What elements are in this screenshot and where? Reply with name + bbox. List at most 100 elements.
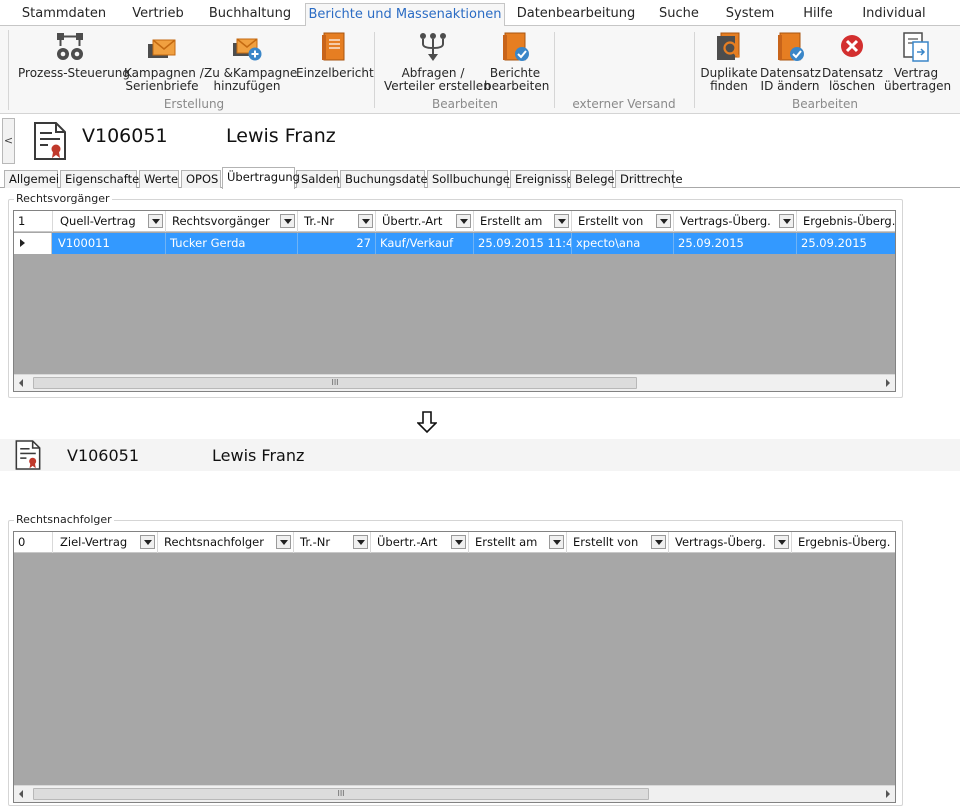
- target-record-header: [0, 439, 960, 471]
- tab-drittrechte[interactable]: Drittrechte: [615, 170, 683, 188]
- col-header-label: Erstellt am: [475, 535, 538, 549]
- successors-title: Rechtsnachfolger: [14, 513, 114, 526]
- single-report-icon: [322, 32, 345, 61]
- col-header-label: Vertrags-Überg.: [675, 535, 766, 549]
- edit-reports-icon: [503, 32, 529, 61]
- col-header-label: Tr.-Nr: [300, 535, 331, 549]
- column-filter-dropdown[interactable]: [774, 535, 789, 549]
- ribbon-separator: [694, 32, 695, 108]
- record-id: V106051: [82, 125, 168, 147]
- scroll-right-icon[interactable]: [886, 790, 890, 798]
- duplikate-finden-button[interactable]: Duplikate finden: [700, 30, 758, 93]
- ribbon-tab-buchhaltung[interactable]: Buchhaltung: [204, 3, 296, 26]
- col-header-rechtsnachfolger: Rechtsnachfolger: [158, 532, 294, 553]
- column-filter-dropdown[interactable]: [456, 214, 471, 228]
- successors-hscrollbar[interactable]: III: [14, 785, 895, 802]
- datensatz-id-aendern-button[interactable]: Datensatz ID ändern: [760, 30, 821, 93]
- ribbon-tab-system[interactable]: System: [719, 3, 781, 26]
- tab-salden[interactable]: Salden: [296, 170, 340, 188]
- column-filter-dropdown[interactable]: [779, 214, 794, 228]
- record-name: Lewis Franz: [226, 125, 336, 147]
- ribbon-tab-individual[interactable]: Individual: [856, 3, 932, 26]
- predecessors-grid: 1 Quell-Vertrag Rechtsvorgänger Tr.-Nr Ü…: [13, 210, 896, 392]
- predecessors-hscrollbar[interactable]: III: [14, 374, 895, 391]
- row-count: 1: [14, 211, 53, 232]
- tab-buchungsdaten[interactable]: Buchungsdaten: [340, 170, 435, 188]
- einzelbericht-button[interactable]: Einzelbericht: [296, 30, 374, 80]
- group-label-erstellung: Erstellung: [163, 97, 225, 111]
- column-filter-dropdown[interactable]: [140, 535, 155, 549]
- table-row[interactable]: V100011 Tucker Gerda 27 Kauf/Verkauf 25.…: [14, 233, 895, 254]
- cell-vertrags-ueberg: 25.09.2015: [674, 233, 797, 254]
- datensatz-loeschen-label-2: löschen: [828, 79, 876, 93]
- ribbon-tab-suche[interactable]: Suche: [651, 3, 707, 26]
- tab-opos[interactable]: OPOS: [181, 170, 221, 188]
- find-duplicates-icon: [717, 32, 741, 60]
- successors-grid-header: 0 Ziel-Vertrag Rechtsnachfolger Tr.-Nr Ü…: [14, 532, 895, 553]
- ribbon-tab-hilfe[interactable]: Hilfe: [795, 3, 841, 26]
- datensatz-loeschen-button[interactable]: Datensatz löschen: [822, 30, 883, 93]
- col-header-label: Erstellt am: [480, 214, 543, 228]
- tab-ereignisse[interactable]: Ereignisse: [510, 170, 574, 188]
- col-header-label: Rechtsvorgänger: [172, 214, 270, 228]
- column-filter-dropdown[interactable]: [549, 535, 564, 549]
- column-filter-dropdown[interactable]: [358, 214, 373, 228]
- col-header-label: Ziel-Vertrag: [60, 535, 128, 549]
- abfragen-verteiler-button[interactable]: Abfragen / Verteiler erstellen: [384, 30, 491, 93]
- column-filter-dropdown[interactable]: [276, 535, 291, 549]
- vertrag-uebertragen-button[interactable]: Vertrag übertragen: [884, 30, 951, 93]
- successors-grid: 0 Ziel-Vertrag Rechtsnachfolger Tr.-Nr Ü…: [13, 531, 896, 803]
- ribbon-tab-bar: Stammdaten Vertrieb Buchhaltung Berichte…: [0, 0, 960, 26]
- scroll-left-icon[interactable]: [19, 790, 23, 798]
- prozess-steuerung-label: Prozess-Steuerung: [18, 66, 131, 80]
- col-header-tr-nr: Tr.-Nr: [298, 211, 376, 232]
- cell-quell-vertrag: V100011: [54, 233, 166, 254]
- ribbon-tab-datenbearbeitung[interactable]: Datenbearbeitung: [514, 3, 638, 26]
- prozess-steuerung-button[interactable]: Prozess-Steuerung: [18, 30, 131, 80]
- zu-kampagne-label-2: hinzufügen: [213, 79, 281, 93]
- col-header-label: Quell-Vertrag: [60, 214, 136, 228]
- column-filter-dropdown[interactable]: [554, 214, 569, 228]
- column-filter-dropdown[interactable]: [656, 214, 671, 228]
- datensatz-id-label-2: ID ändern: [760, 79, 820, 93]
- ribbon-tab-berichte[interactable]: Berichte und Massenaktionen: [305, 3, 505, 26]
- ribbon-separator: [374, 32, 375, 108]
- column-filter-dropdown[interactable]: [280, 214, 295, 228]
- col-header-label: Tr.-Nr: [304, 214, 335, 228]
- scroll-thumb[interactable]: III: [33, 788, 649, 800]
- contract-document-icon: [34, 122, 66, 160]
- cell-tr-nr: 27: [298, 233, 376, 254]
- column-filter-dropdown[interactable]: [651, 535, 666, 549]
- tab-uebertragung[interactable]: Übertragung: [222, 167, 300, 189]
- column-filter-dropdown[interactable]: [353, 535, 368, 549]
- campaign-mail-icon: [148, 39, 176, 58]
- scroll-left-icon[interactable]: [19, 379, 23, 387]
- berichte-bearbeiten-button[interactable]: Berichte bearbeiten: [484, 30, 550, 93]
- kampagnen-serienbriefe-button[interactable]: Kampagnen / Serienbriefe: [124, 30, 204, 93]
- zu-kampagne-hinzufuegen-button[interactable]: Zu &Kampagne hinzufügen: [204, 30, 297, 93]
- scroll-right-icon[interactable]: [886, 379, 890, 387]
- ribbon-tab-stammdaten[interactable]: Stammdaten: [14, 3, 114, 26]
- change-record-id-icon: [778, 32, 804, 61]
- tab-werte[interactable]: Werte: [139, 170, 179, 188]
- col-header-ergebnis-ueberg: Ergebnis-Überg.: [798, 535, 891, 549]
- col-header-ergebnis-ueberg: Ergebnis-Überg.: [803, 214, 896, 228]
- tab-sollbuchungen[interactable]: Sollbuchungen: [427, 170, 517, 188]
- column-filter-dropdown[interactable]: [451, 535, 466, 549]
- collapse-panel-button[interactable]: <: [2, 118, 15, 164]
- column-filter-dropdown[interactable]: [148, 214, 163, 228]
- ribbon-tab-vertrieb[interactable]: Vertrieb: [120, 3, 196, 26]
- cell-rechtsvorgaenger: Tucker Gerda: [166, 233, 298, 254]
- scroll-thumb[interactable]: III: [33, 377, 637, 389]
- cell-erstellt-von: xpecto\ana: [572, 233, 674, 254]
- tab-eigenschaften[interactable]: Eigenschaften: [60, 170, 147, 188]
- row-selector-icon[interactable]: [14, 233, 52, 254]
- duplikate-label-2: finden: [710, 79, 748, 93]
- content-tab-bar: Allgemein Eigenschaften Werte OPOS Übert…: [0, 167, 960, 189]
- tab-allgemein[interactable]: Allgemein: [4, 170, 66, 188]
- cell-uebertr-art: Kauf/Verkauf: [376, 233, 474, 254]
- col-header-uebertr-art: Übertr.-Art: [376, 211, 474, 232]
- berichte-bearbeiten-label-2: bearbeiten: [484, 79, 550, 93]
- ribbon-panel: Prozess-Steuerung Kampagnen / Serienbrie…: [0, 25, 960, 114]
- tab-belege[interactable]: Belege: [570, 170, 615, 188]
